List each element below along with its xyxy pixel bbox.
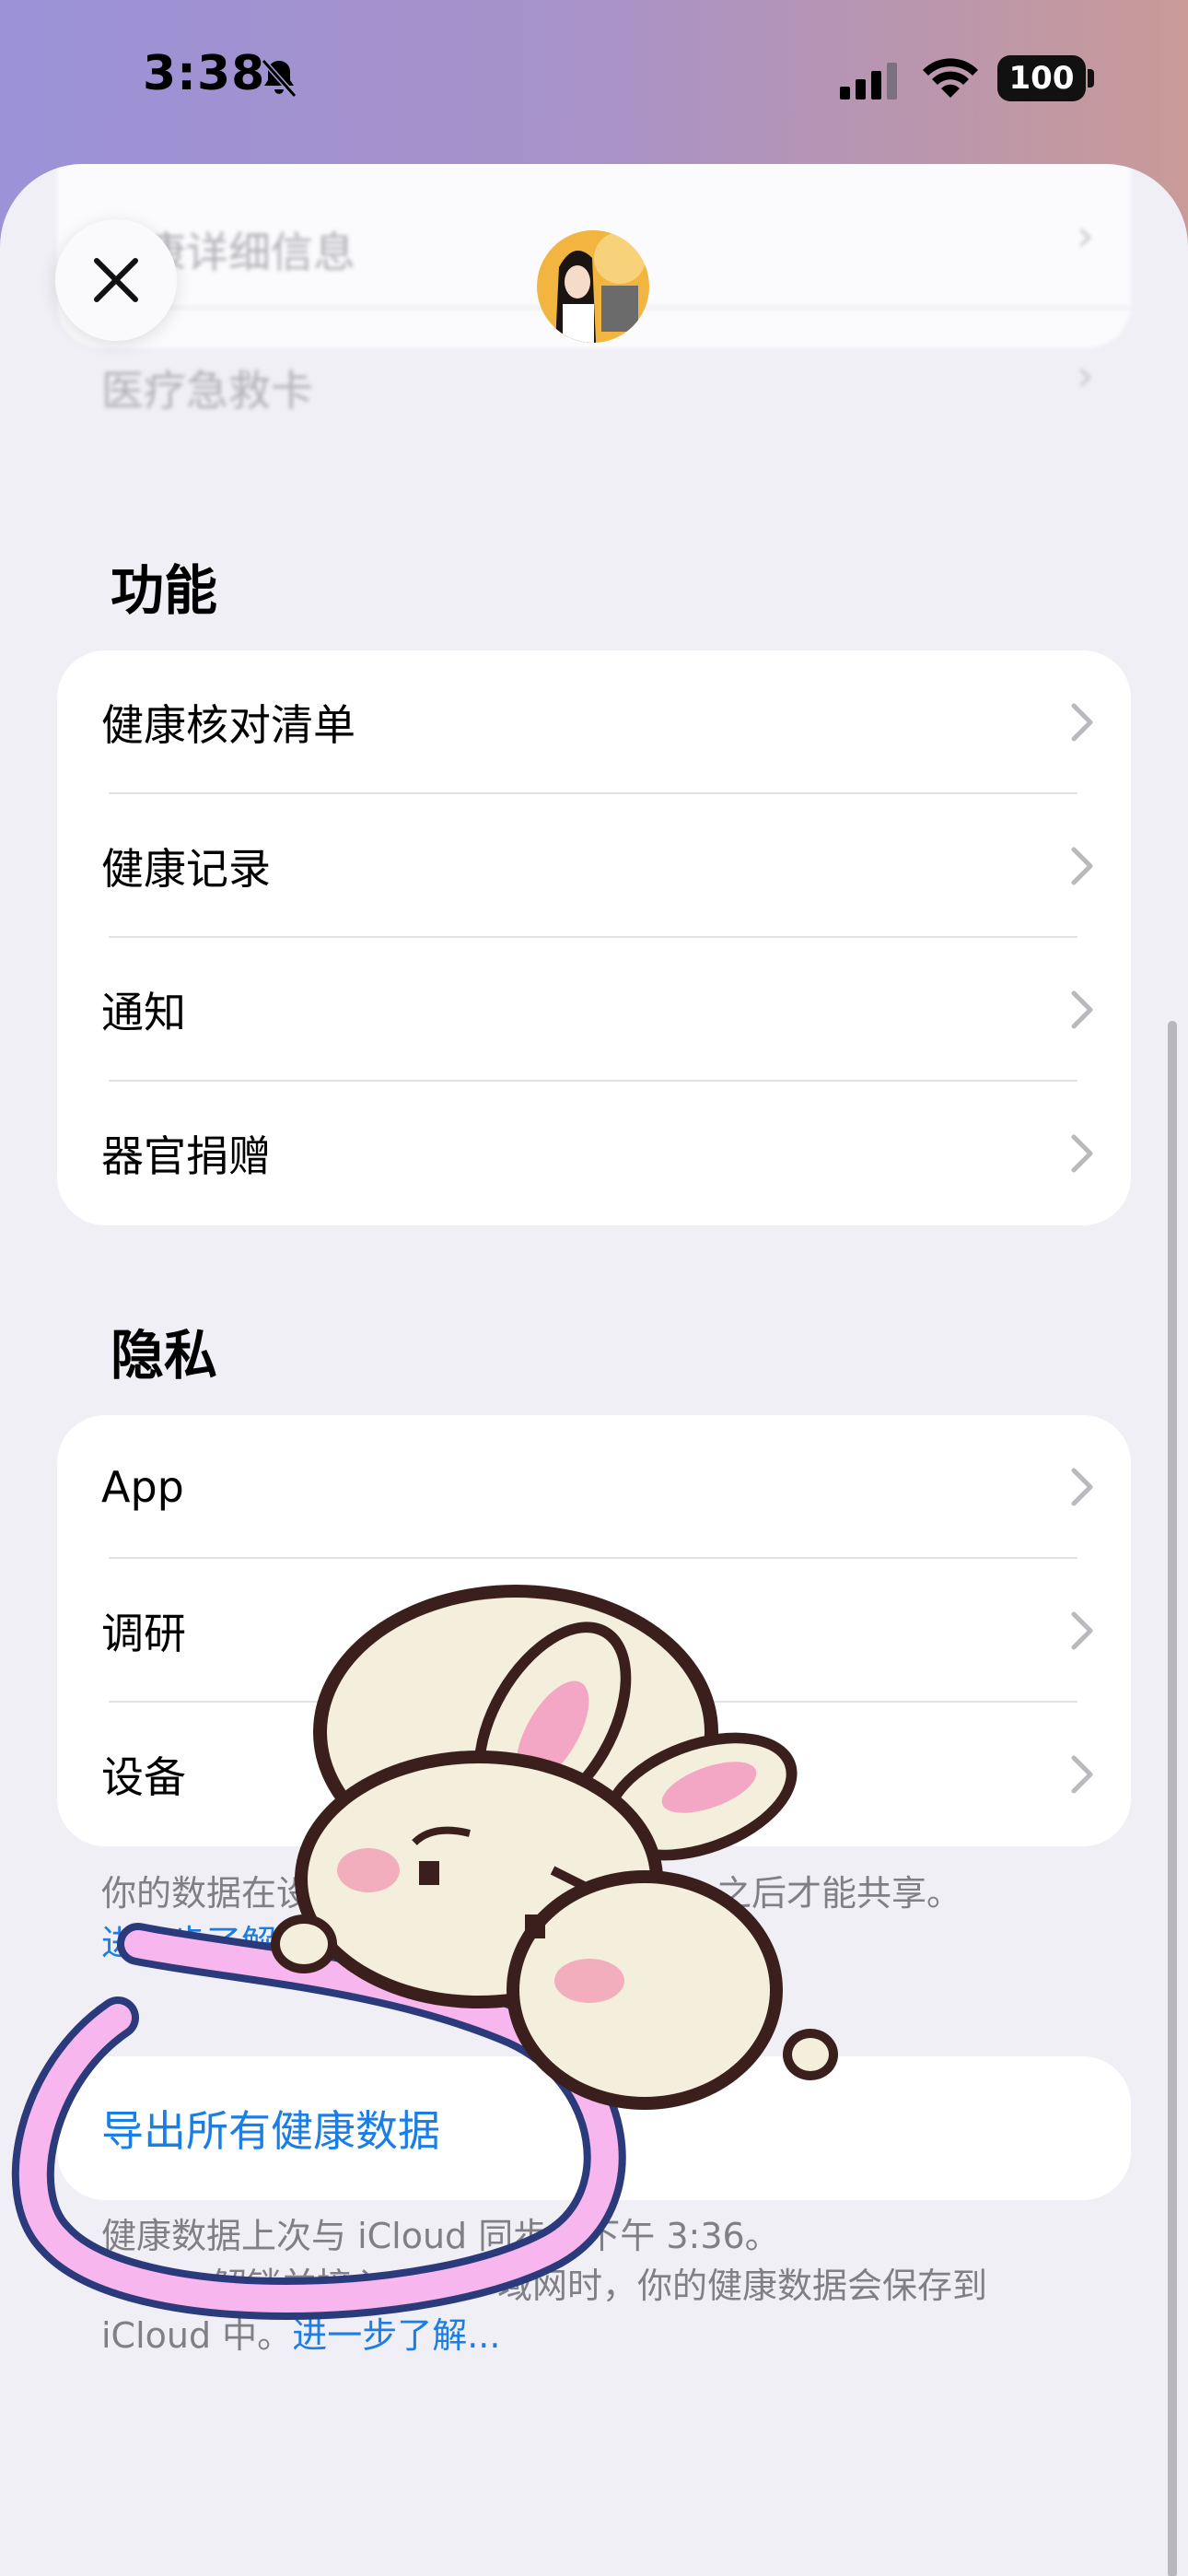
export-label: 导出所有健康数据 — [101, 2106, 440, 2156]
chevron-right-icon — [1071, 1134, 1093, 1173]
export-all-health-data-button[interactable]: 导出所有健康数据 — [57, 2056, 1131, 2200]
avatar-image — [537, 230, 649, 343]
privacy-section-title: 隐私 — [111, 1324, 218, 1387]
row-label: 调研 — [101, 1609, 186, 1658]
close-icon — [94, 258, 138, 302]
export-footnote-line1a: 健康数据上次与 iCloud 同步 — [101, 2216, 549, 2256]
row-research[interactable]: 调研 — [57, 1559, 1131, 1703]
row-label: 健康记录 — [101, 844, 271, 894]
scrollbar[interactable] — [1168, 1021, 1177, 2576]
row-devices[interactable]: 设备 — [57, 1703, 1131, 1846]
row-label: 器官捐赠 — [101, 1131, 271, 1181]
export-footnote-line2: 解锁并接入 — [212, 2266, 388, 2306]
export-card: 导出所有健康数据 — [57, 2056, 1131, 2200]
chevron-right-icon — [1071, 1468, 1093, 1506]
row-apps[interactable]: App — [57, 1415, 1131, 1559]
privacy-footnote-end: 之后才能共享。 — [716, 1873, 962, 1914]
row-label: App — [101, 1462, 184, 1512]
chevron-right-icon — [1071, 1611, 1093, 1650]
chevron-right-icon — [1071, 847, 1093, 885]
chevron-right-icon — [1071, 1755, 1093, 1794]
export-footnote: 健康数据上次与 iCloud 同步 下午 3:36。 解锁并接入 域网时，你的健康数… — [101, 2211, 1077, 2360]
row-label: 设备 — [101, 1752, 186, 1802]
status-bar: 3:38 100 — [0, 0, 1188, 161]
privacy-footnote-start: 你的数据在设 — [101, 1873, 312, 1914]
features-card: 健康核对清单 健康记录 通知 器官捐赠 — [57, 650, 1131, 1225]
status-time: 3:38 — [143, 46, 266, 101]
chevron-right-icon: › — [1076, 350, 1094, 402]
wifi-icon — [923, 58, 978, 98]
battery-level: 100 — [1008, 60, 1075, 97]
bell-slash-icon — [261, 58, 297, 99]
privacy-footnote: 你的数据在设 之后才能共享。 进一步了解... — [101, 1868, 1077, 1968]
export-footnote-line2b: 域网时，你的健康数据会保存到 — [497, 2266, 988, 2306]
row-label: 健康核对清单 — [101, 700, 355, 750]
battery-icon: 100 — [997, 55, 1086, 101]
chevron-right-icon — [1071, 703, 1093, 742]
chevron-right-icon: › — [1076, 210, 1094, 262]
close-button[interactable] — [55, 219, 177, 341]
row-health-checklist[interactable]: 健康核对清单 — [57, 650, 1131, 794]
signal-icon — [840, 63, 897, 100]
row-label: 通知 — [101, 988, 186, 1037]
row-health-records[interactable]: 健康记录 — [57, 794, 1131, 938]
export-footnote-line3: iCloud 中。 — [101, 2315, 293, 2356]
health-sheet: 健康详细信息 › 医疗急救卡 › 功能 健康核对清单 健康记录 通知 器官捐赠 … — [0, 164, 1188, 2576]
battery-tip — [1088, 69, 1094, 88]
row-notifications[interactable]: 通知 — [57, 938, 1131, 1082]
chevron-right-icon — [1071, 990, 1093, 1029]
export-footnote-line1b: 下午 3:36。 — [585, 2216, 780, 2256]
medical-id-row[interactable]: 医疗急救卡 — [101, 357, 313, 418]
export-learn-more-link[interactable]: 进一步了解... — [292, 2315, 500, 2356]
row-organ-donation[interactable]: 器官捐赠 — [57, 1082, 1131, 1225]
features-section-title: 功能 — [111, 559, 218, 622]
privacy-card: App 调研 设备 — [57, 1415, 1131, 1846]
privacy-learn-more-link[interactable]: 进一步了解... — [101, 1923, 309, 1963]
avatar[interactable] — [537, 230, 649, 343]
